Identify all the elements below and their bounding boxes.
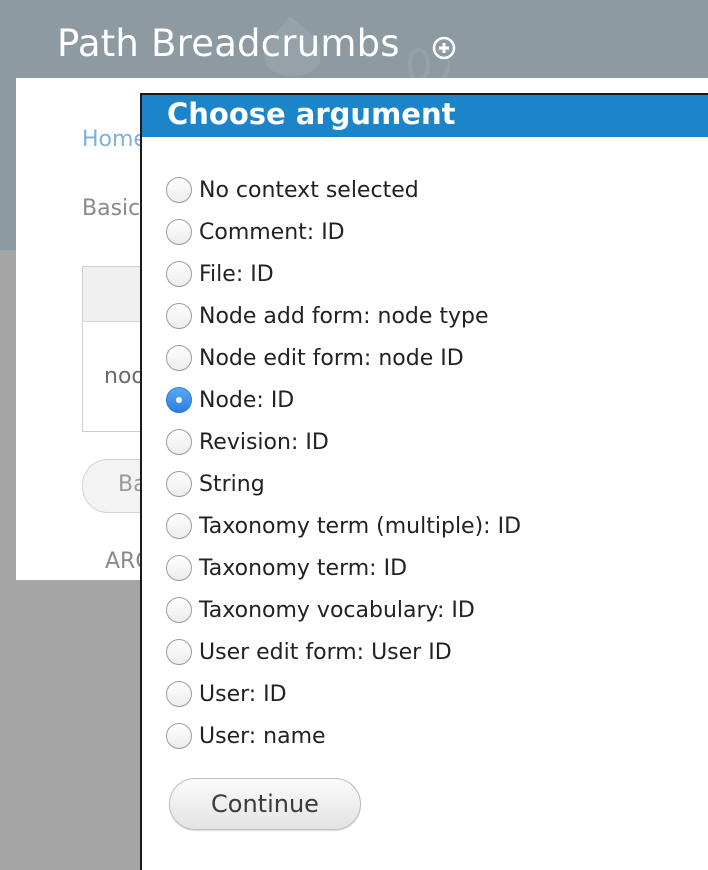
radio-button[interactable] — [166, 597, 192, 623]
radio-button[interactable] — [166, 429, 192, 455]
option-label: Node edit form: node ID — [199, 346, 464, 371]
option-label: User: ID — [199, 682, 287, 707]
radio-button[interactable] — [166, 219, 192, 245]
option-label: User: name — [199, 724, 326, 749]
option-revision-id[interactable]: Revision: ID — [166, 421, 521, 463]
radio-button[interactable] — [166, 513, 192, 539]
option-node-id[interactable]: Node: ID — [166, 379, 521, 421]
radio-button[interactable] — [166, 345, 192, 371]
radio-button[interactable] — [166, 177, 192, 203]
choose-argument-dialog: Choose argument No context selected Comm… — [140, 93, 708, 870]
tab-basic[interactable]: Basic — [82, 196, 140, 221]
argument-options: No context selected Comment: ID File: ID… — [166, 169, 521, 757]
option-user-edit-form[interactable]: User edit form: User ID — [166, 631, 521, 673]
page-title: Path Breadcrumbs — [57, 22, 400, 65]
continue-button[interactable]: Continue — [169, 778, 361, 830]
option-label: File: ID — [199, 262, 274, 287]
dialog-title: Choose argument — [167, 97, 455, 131]
option-taxonomy-vocabulary-id[interactable]: Taxonomy vocabulary: ID — [166, 589, 521, 631]
breadcrumb-home-link[interactable]: Home — [82, 127, 147, 152]
option-string[interactable]: String — [166, 463, 521, 505]
option-label: Taxonomy vocabulary: ID — [199, 598, 475, 623]
option-label: No context selected — [199, 178, 419, 203]
radio-button[interactable] — [166, 639, 192, 665]
radio-button[interactable] — [166, 471, 192, 497]
option-label: Comment: ID — [199, 220, 345, 245]
radio-button-selected[interactable] — [166, 387, 192, 413]
option-taxonomy-term-id[interactable]: Taxonomy term: ID — [166, 547, 521, 589]
option-label: Node add form: node type — [199, 304, 489, 329]
option-label: String — [199, 472, 265, 497]
option-label: Taxonomy term: ID — [199, 556, 407, 581]
radio-button[interactable] — [166, 681, 192, 707]
option-comment-id[interactable]: Comment: ID — [166, 211, 521, 253]
radio-button[interactable] — [166, 723, 192, 749]
add-icon[interactable] — [432, 36, 456, 60]
option-no-context[interactable]: No context selected — [166, 169, 521, 211]
dialog-titlebar: Choose argument — [142, 95, 708, 137]
option-label: Taxonomy term (multiple): ID — [199, 514, 521, 539]
radio-button[interactable] — [166, 303, 192, 329]
option-user-id[interactable]: User: ID — [166, 673, 521, 715]
option-node-add-form[interactable]: Node add form: node type — [166, 295, 521, 337]
option-label: User edit form: User ID — [199, 640, 452, 665]
option-label: Node: ID — [199, 388, 294, 413]
option-file-id[interactable]: File: ID — [166, 253, 521, 295]
option-node-edit-form[interactable]: Node edit form: node ID — [166, 337, 521, 379]
radio-button[interactable] — [166, 261, 192, 287]
radio-button[interactable] — [166, 555, 192, 581]
option-taxonomy-term-multiple[interactable]: Taxonomy term (multiple): ID — [166, 505, 521, 547]
option-label: Revision: ID — [199, 430, 329, 455]
option-user-name[interactable]: User: name — [166, 715, 521, 757]
